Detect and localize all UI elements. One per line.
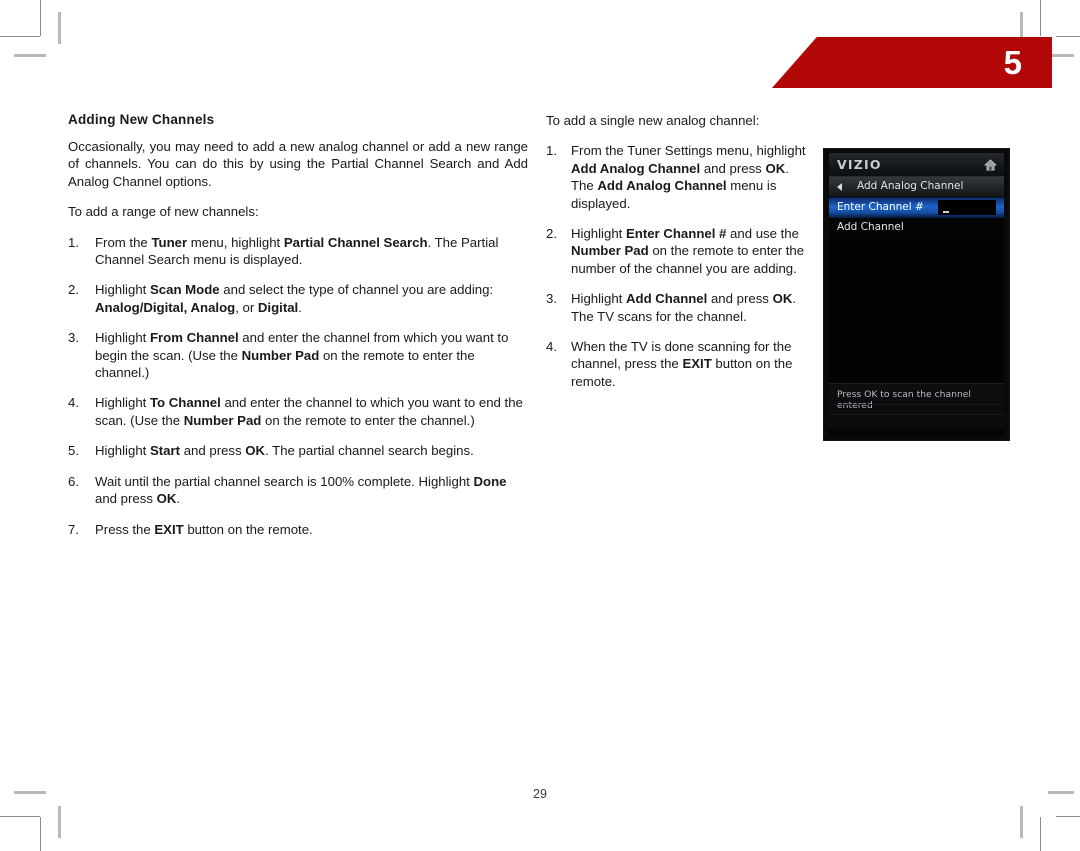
tv-menu-titlebar: Add Analog Channel [829,177,1004,197]
tv-menu-inner: VIZIO Add Analog Channel Enter Channel #… [829,153,1004,436]
cropmark-bottom-right-horizontal [1056,816,1080,817]
channel-number-input[interactable] [938,200,996,215]
back-arrow-icon[interactable] [837,183,842,191]
list-item-text: Highlight From Channel and enter the cha… [95,330,509,381]
list-item: 1. From the Tuner Settings menu, highligh… [546,142,808,212]
list-item-number: 1. [68,234,79,250]
tv-menu-screenshot: VIZIO Add Analog Channel Enter Channel #… [823,148,1010,441]
list-item: 6. Wait until the partial channel search … [68,473,528,508]
list-item-number: 3. [546,291,557,307]
cropmark-bottom-right-vertical [1040,817,1041,851]
list-item-text: Press the EXIT button on the remote. [95,521,313,537]
home-icon[interactable] [984,158,997,171]
tv-menu-row-add-channel[interactable]: Add Channel [829,218,1004,237]
tv-menu-header: VIZIO [829,153,1004,177]
cropmark-top-left-vertical [40,0,41,36]
list-item-text: Wait until the partial channel search is… [95,473,507,507]
right-text-column: To add a single new analog channel: 1. Fr… [546,112,808,403]
list-item-number: 4. [68,395,79,411]
tv-footer-divider-1 [829,404,1004,405]
tv-footer-hint: Press OK to scan the channel entered [837,389,971,411]
left-text-column: Adding New Channels Occasionally, you ma… [68,112,528,551]
list-item-number: 5. [68,443,79,459]
cropmark-top-right-vertical [1040,0,1041,36]
list-item: 7. Press the EXIT button on the remote. [68,521,528,538]
intro-paragraph: Occasionally, you may need to add a new … [68,139,528,189]
list-item: 4. When the TV is done scanning for the c… [546,338,808,390]
list-item: 4. Highlight To Channel and enter the cha… [68,394,528,429]
vizio-logo: VIZIO [837,157,882,172]
cropmark-top-left-horizontal [0,36,40,37]
right-steps-list: 1. From the Tuner Settings menu, highligh… [546,142,808,390]
tv-menu-row-label: Add Channel [837,221,904,233]
list-item-text: Highlight Add Channel and press OK. The … [571,291,797,324]
cropmark-top-left-bleed-horizontal [14,54,46,57]
list-item-text: From the Tuner Settings menu, highlight … [571,143,806,211]
list-item-text: From the Tuner menu, highlight Partial C… [95,234,499,268]
list-item-number: 2. [68,282,79,298]
list-item-number: 2. [546,226,557,242]
cropmark-top-right-horizontal [1056,36,1080,37]
page-number: 29 [533,787,547,801]
chapter-number: 5 [1003,44,1022,81]
list-item-number: 7. [68,521,79,537]
cropmark-bottom-right-bleed-vertical [1020,806,1023,838]
tv-menu-row-enter-channel[interactable]: Enter Channel # [829,197,1004,218]
tv-menu-title: Add Analog Channel [857,180,964,192]
list-item: 2. Highlight Enter Channel # and use the … [546,225,808,277]
tv-menu-row-label: Enter Channel # [837,201,924,213]
cropmark-bottom-left-bleed-vertical [58,806,61,838]
text-caret [943,211,949,213]
list-item: 2. Highlight Scan Mode and select the typ… [68,281,528,316]
cropmark-bottom-left-horizontal [0,816,40,817]
tv-footer-divider-2 [829,414,1004,415]
list-item: 5. Highlight Start and press OK. The part… [68,442,528,459]
list-item-number: 4. [546,339,557,355]
list-item: 1. From the Tuner menu, highlight Partial… [68,234,528,269]
right-lead-in: To add a single new analog channel: [546,113,760,128]
list-item: 3. Highlight Add Channel and press OK. Th… [546,290,808,325]
page-title: Adding New Channels [68,112,215,127]
list-item: 3. Highlight From Channel and enter the c… [68,329,528,381]
tv-menu-footer: Press OK to scan the channel entered [829,383,1004,428]
list-item-text: Highlight Scan Mode and select the type … [95,282,494,315]
list-item-number: 1. [546,143,557,159]
list-item-number: 3. [68,330,79,346]
list-item-number: 6. [68,473,79,489]
list-item-text: When the TV is done scanning for the cha… [571,339,793,389]
list-item-text: Highlight Start and press OK. The partia… [95,443,474,459]
list-item-text: Highlight To Channel and enter the chann… [95,395,523,428]
cropmark-top-left-bleed-vertical [58,12,61,44]
cropmark-bottom-left-vertical [40,817,41,851]
left-steps-list: 1. From the Tuner menu, highlight Partial… [68,234,528,538]
tv-menu-body-blank [829,237,1004,383]
left-lead-in: To add a range of new channels: [68,204,259,220]
list-item-text: Highlight Enter Channel # and use the Nu… [571,226,805,276]
